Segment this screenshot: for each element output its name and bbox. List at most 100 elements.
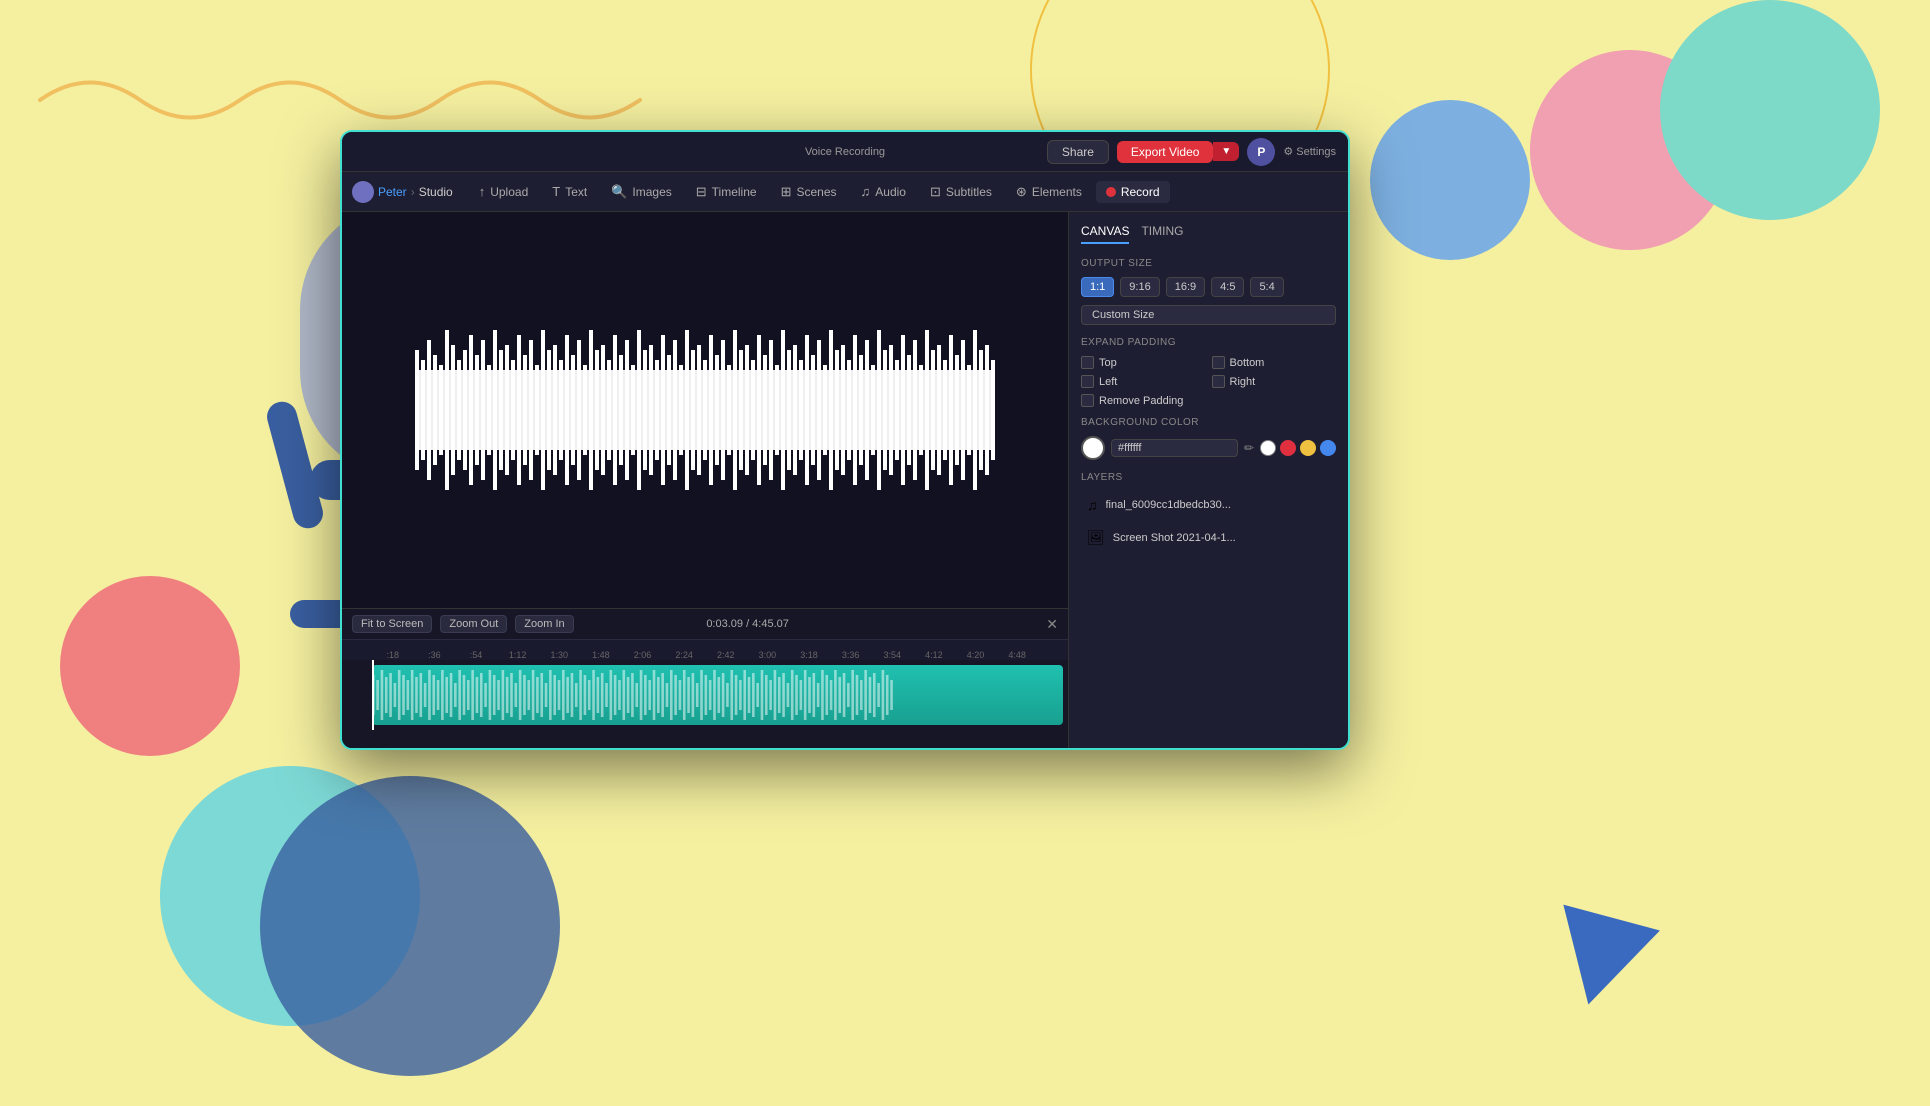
color-preset-white[interactable] [1260, 440, 1276, 456]
nav-bar: Peter › Studio ↑ Upload T Text 🔍 Images … [342, 172, 1348, 212]
padding-right-row: Right [1212, 375, 1337, 388]
nav-scenes-label: Scenes [796, 185, 836, 199]
nav-record[interactable]: Record [1096, 181, 1170, 203]
ruler-mark: 4:20 [955, 650, 997, 660]
panel-tabs: CANVAS TIMING [1081, 224, 1336, 244]
layer-item-screenshot[interactable]: 🖼 Screen Shot 2021-04-1... [1081, 523, 1336, 552]
export-video-button[interactable]: Export Video [1117, 141, 1214, 163]
nav-text[interactable]: T Text [542, 180, 597, 203]
decoration-circle-top-right-blue [1370, 100, 1530, 260]
size-1-1-button[interactable]: 1:1 [1081, 277, 1114, 297]
edit-color-icon[interactable]: ✏ [1244, 441, 1254, 455]
images-icon: 🔍 [611, 184, 627, 200]
top-bar-right: Share Export Video ▼ P ⚙ Settings [1047, 138, 1336, 166]
nav-upload[interactable]: ↑ Upload [469, 180, 539, 203]
zoom-in-button[interactable]: Zoom In [515, 615, 573, 633]
custom-size-button[interactable]: Custom Size [1081, 305, 1336, 325]
time-display: 0:03.09 / 4:45.07 [706, 618, 789, 630]
upload-icon: ↑ [479, 184, 486, 199]
nav-upload-label: Upload [490, 185, 528, 199]
tab-canvas[interactable]: CANVAS [1081, 224, 1129, 244]
right-panel: CANVAS TIMING OUTPUT SIZE 1:1 9:16 16:9 … [1068, 212, 1348, 748]
timeline-track[interactable] [342, 660, 1068, 730]
close-timeline-button[interactable]: ✕ [1046, 616, 1058, 633]
settings-button[interactable]: ⚙ Settings [1283, 145, 1336, 158]
fit-to-screen-button[interactable]: Fit to Screen [352, 615, 432, 633]
background-color-section: BACKGROUND COLOR #ffffff ✏ [1081, 417, 1336, 460]
decoration-circle-blue [260, 776, 560, 1076]
scenes-icon: ⊞ [781, 184, 792, 200]
size-9-16-button[interactable]: 9:16 [1120, 277, 1159, 297]
nav-elements-label: Elements [1032, 185, 1082, 199]
padding-left-checkbox[interactable] [1081, 375, 1094, 388]
padding-top-row: Top [1081, 356, 1206, 369]
breadcrumb-user[interactable]: Peter [378, 185, 407, 199]
nav-timeline[interactable]: ⊟ Timeline [686, 180, 767, 204]
app-window: Voice Recording Share Export Video ▼ P ⚙… [340, 130, 1350, 750]
ruler-mark: 4:48 [996, 650, 1038, 660]
record-dot-icon [1106, 187, 1116, 197]
canvas-area [342, 212, 1068, 608]
layer-audio-name: final_6009cc1dbedcb30... [1106, 499, 1331, 511]
expand-padding-label: EXPAND PADDING [1081, 337, 1336, 348]
export-dropdown-button[interactable]: ▼ [1213, 142, 1239, 161]
padding-top-checkbox[interactable] [1081, 356, 1094, 369]
padding-bottom-row: Bottom [1212, 356, 1337, 369]
padding-grid: Top Bottom Left Right [1081, 356, 1336, 388]
layer-screenshot-icon: 🖼 [1087, 529, 1105, 546]
share-button[interactable]: Share [1047, 140, 1109, 164]
padding-bottom-label: Bottom [1230, 357, 1265, 369]
zoom-out-button[interactable]: Zoom Out [440, 615, 507, 633]
ruler-mark: :54 [455, 650, 497, 660]
color-presets [1260, 440, 1336, 456]
nav-images-label: Images [632, 185, 671, 199]
size-5-4-button[interactable]: 5:4 [1250, 277, 1283, 297]
bg-color-label: BACKGROUND COLOR [1081, 417, 1336, 428]
layer-screenshot-name: Screen Shot 2021-04-1... [1113, 532, 1330, 544]
nav-audio[interactable]: ♫ Audio [851, 180, 916, 203]
text-icon: T [552, 184, 560, 199]
waveform-svg [415, 310, 995, 510]
playhead [372, 660, 374, 730]
user-avatar [352, 181, 374, 203]
nav-text-label: Text [565, 185, 587, 199]
padding-left-label: Left [1099, 376, 1117, 388]
remove-padding-checkbox[interactable] [1081, 394, 1094, 407]
nav-scenes[interactable]: ⊞ Scenes [771, 180, 847, 204]
decoration-triangle-blue [1540, 905, 1660, 1018]
bg-color-row: #ffffff ✏ [1081, 436, 1336, 460]
color-preset-yellow[interactable] [1300, 440, 1316, 456]
nav-record-label: Record [1121, 185, 1160, 199]
nav-images[interactable]: 🔍 Images [601, 180, 682, 204]
ruler-mark: 2:24 [663, 650, 705, 660]
ruler-mark: 1:48 [580, 650, 622, 660]
subtitles-icon: ⊡ [930, 184, 941, 200]
ruler-marks: :18 :36 :54 1:12 1:30 1:48 2:06 2:24 2:4… [342, 640, 1068, 660]
padding-bottom-checkbox[interactable] [1212, 356, 1225, 369]
avatar-button[interactable]: P [1247, 138, 1275, 166]
breadcrumb-studio[interactable]: Studio [419, 185, 453, 199]
size-4-5-button[interactable]: 4:5 [1211, 277, 1244, 297]
layer-item-audio[interactable]: ♫ final_6009cc1dbedcb30... [1081, 491, 1336, 519]
squiggle-icon [30, 60, 650, 140]
padding-right-checkbox[interactable] [1212, 375, 1225, 388]
color-preset-blue[interactable] [1320, 440, 1336, 456]
layer-audio-icon: ♫ [1087, 497, 1098, 513]
padding-right-label: Right [1230, 376, 1256, 388]
breadcrumb: Peter › Studio [352, 181, 453, 203]
ruler-mark: 1:12 [497, 650, 539, 660]
timeline-icon: ⊟ [696, 184, 707, 200]
color-preset-red[interactable] [1280, 440, 1296, 456]
ruler-mark: :18 [372, 650, 414, 660]
timeline-waveform [372, 665, 1063, 725]
size-16-9-button[interactable]: 16:9 [1166, 277, 1205, 297]
bg-color-swatch[interactable] [1081, 436, 1105, 460]
ruler-mark: 3:54 [872, 650, 914, 660]
nav-subtitles[interactable]: ⊡ Subtitles [920, 180, 1002, 204]
audio-icon: ♫ [861, 184, 871, 199]
nav-audio-label: Audio [875, 185, 906, 199]
nav-elements[interactable]: ⊛ Elements [1006, 180, 1092, 204]
tab-timing[interactable]: TIMING [1141, 224, 1183, 244]
bg-color-hex[interactable]: #ffffff [1111, 439, 1238, 457]
decoration-circle-pink [60, 576, 240, 756]
